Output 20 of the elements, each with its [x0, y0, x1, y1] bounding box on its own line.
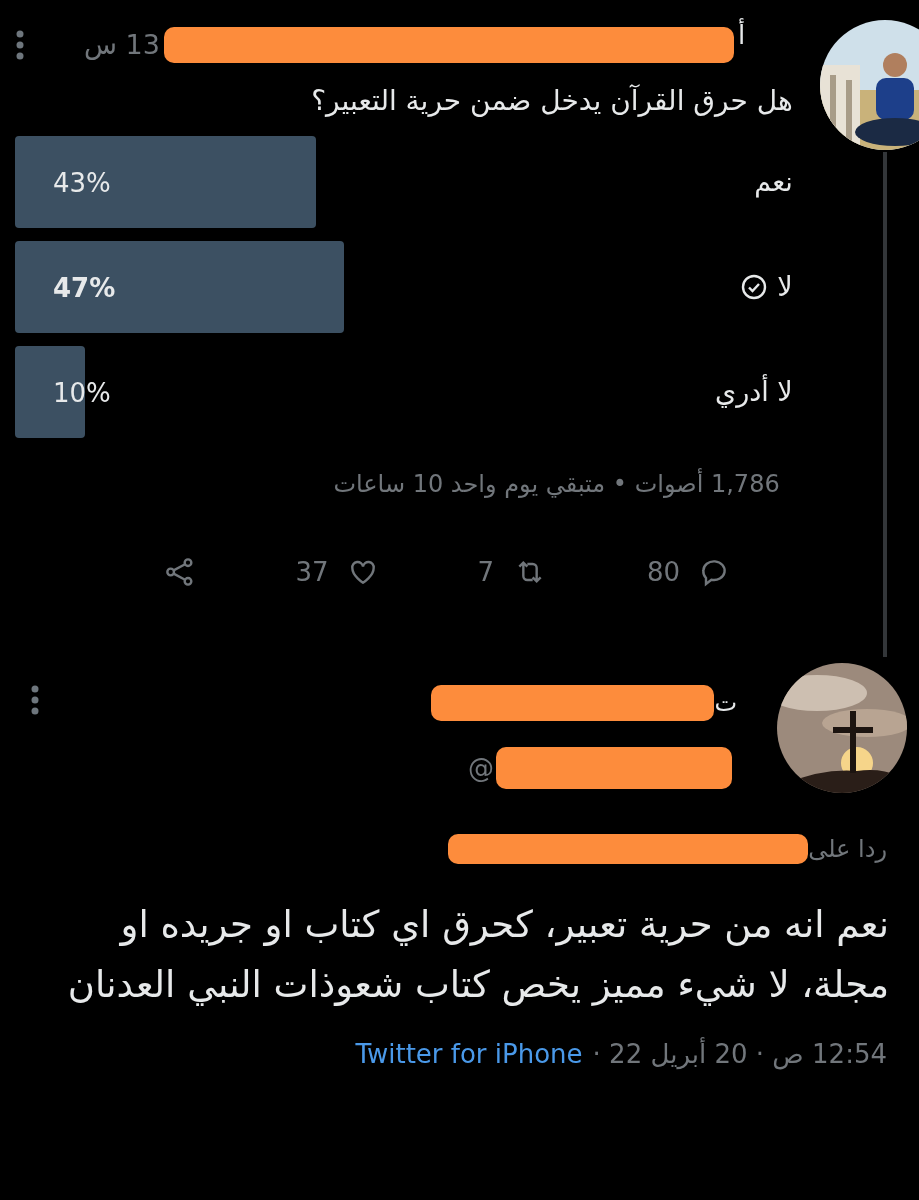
post-timestamp: 12:54 ص · 20 أبريل 22 · — [592, 1036, 887, 1072]
source-link[interactable]: Twitter for iPhone — [355, 1035, 583, 1074]
poll-meta: 1,786 أصوات • متبقي يوم واحد 10 ساعات — [332, 467, 781, 500]
author-name: ت — [714, 688, 737, 719]
reply-count: 80 — [647, 555, 681, 589]
poll-percent: 43% — [52, 167, 112, 200]
more-icon — [15, 30, 25, 60]
poll-option-label: نعم — [754, 164, 793, 200]
tweet-text: نعم انه من حرية تعبير، كحرق اي كتاب او جريده او مجلة، لا شيء مميز يخص كتاب شعوذات النبي العدنان — [66, 902, 890, 1008]
author-handle: @ — [468, 751, 494, 785]
poll-option-label: لا أدري — [715, 373, 793, 410]
repost-count: 7 — [477, 555, 495, 589]
post-time: 13 س — [84, 27, 160, 62]
poll-percent: 47% — [52, 272, 117, 305]
more-icon — [30, 685, 40, 715]
reply-to-label: ردا على — [808, 834, 887, 865]
poll-question: هل حرق القرآن يدخل ضمن حرية التعبير؟ — [310, 83, 794, 119]
poll-option-label: لا — [777, 269, 793, 304]
author-name: أ — [737, 17, 746, 52]
like-count: 37 — [295, 555, 329, 589]
